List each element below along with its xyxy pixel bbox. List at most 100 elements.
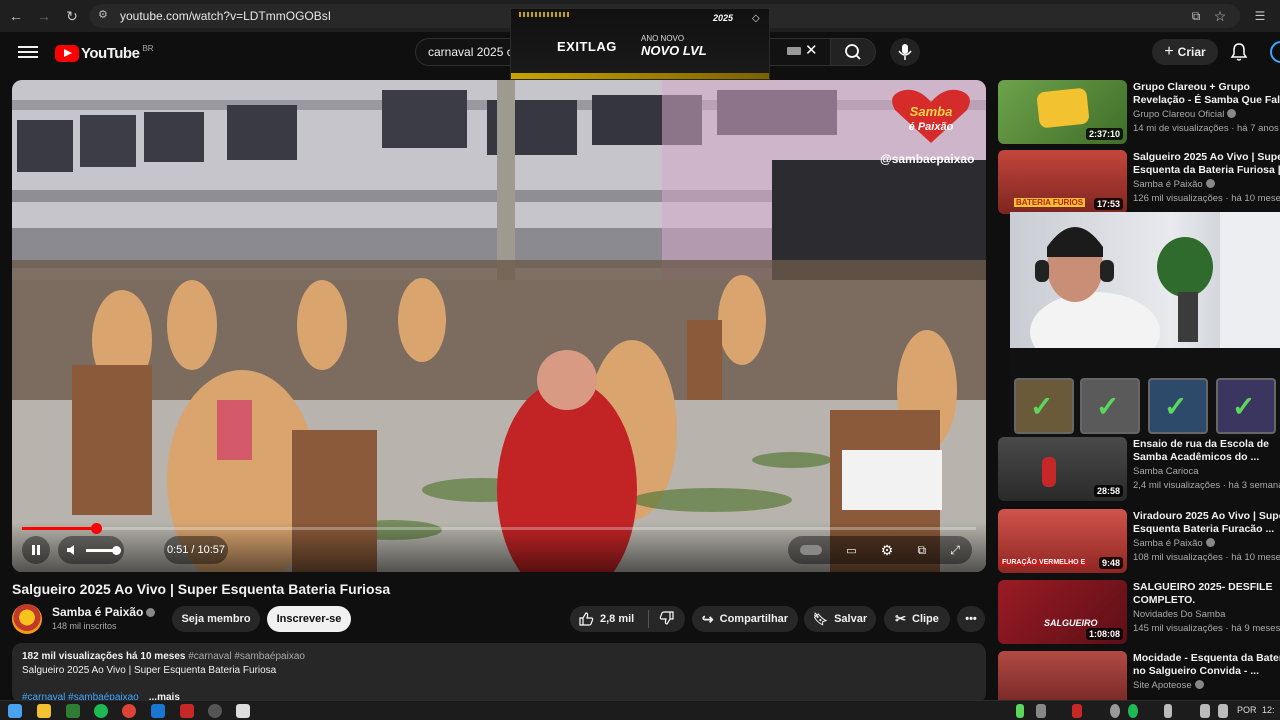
search-button[interactable] bbox=[830, 38, 876, 66]
logo-wordmark: YouTube bbox=[81, 44, 140, 62]
voice-search-button[interactable] bbox=[890, 38, 920, 66]
install-app-icon[interactable]: ⧉ bbox=[1186, 6, 1206, 26]
ad-bottom-bar bbox=[511, 73, 769, 79]
start-icon[interactable] bbox=[8, 704, 22, 718]
recommendation-item[interactable]: BATERIA FURIOS 17:53 Salgueiro 2025 Ao V… bbox=[998, 150, 1280, 214]
more-actions-icon[interactable]: ••• bbox=[957, 606, 985, 632]
autoplay-toggle[interactable] bbox=[800, 545, 823, 555]
rec-thumbnail[interactable]: SALGUEIRO 1:08:08 bbox=[998, 580, 1127, 644]
ad-stripe bbox=[519, 12, 571, 17]
keyboard-icon[interactable] bbox=[787, 47, 801, 55]
network-tray-icon[interactable] bbox=[1218, 704, 1228, 718]
progress-bar[interactable] bbox=[22, 523, 976, 534]
notifications-bell-icon[interactable] bbox=[1228, 41, 1250, 63]
chrome-icon[interactable] bbox=[122, 704, 136, 718]
language-indicator[interactable]: POR bbox=[1237, 705, 1257, 715]
app-icon[interactable] bbox=[208, 704, 222, 718]
rec-meta: 145 mil visualizações · há 9 meses bbox=[1133, 623, 1280, 634]
channel-avatar[interactable] bbox=[12, 604, 42, 634]
rec-channel[interactable]: Site Apoteose bbox=[1133, 680, 1204, 691]
volume-tray-icon[interactable] bbox=[1200, 704, 1210, 718]
tray-icon[interactable] bbox=[1072, 704, 1082, 718]
rec-duration: 17:53 bbox=[1093, 198, 1123, 210]
rec-thumbnail[interactable]: BATERIA FURIOS 17:53 bbox=[998, 150, 1127, 214]
verified-check-icon bbox=[1194, 680, 1204, 689]
settings-gear-icon[interactable]: ⚙ bbox=[881, 542, 894, 559]
clock[interactable]: 12: bbox=[1262, 705, 1275, 715]
right-controls: ▭ ⚙ ⧉ ⤢ bbox=[788, 536, 972, 564]
rec-channel[interactable]: Grupo Clareou Oficial bbox=[1133, 109, 1237, 120]
youtube-logo[interactable]: YouTube BR bbox=[55, 43, 154, 63]
rec-channel[interactable]: Samba Carioca bbox=[1133, 466, 1198, 477]
clear-search-icon[interactable]: ✕ bbox=[805, 41, 818, 59]
recommendation-item[interactable]: Mocidade - Esquenta da Bateria no Salguei… bbox=[998, 651, 1280, 700]
bookmark-star-icon[interactable]: ☆ bbox=[1210, 6, 1230, 26]
dislike-button[interactable] bbox=[659, 610, 675, 629]
achievement-slot: ✓ bbox=[1216, 378, 1276, 434]
rec-thumbnail[interactable] bbox=[998, 651, 1127, 700]
rec-thumbnail[interactable]: 2:37:10 bbox=[998, 80, 1127, 144]
volume-slider[interactable] bbox=[86, 545, 121, 555]
verified-check-icon bbox=[1205, 179, 1215, 188]
rec-duration: 28:58 bbox=[1093, 485, 1123, 497]
reading-list-icon[interactable]: ☰ bbox=[1250, 6, 1270, 26]
subscribe-button[interactable]: Inscrever-se bbox=[267, 606, 351, 632]
tray-icon[interactable] bbox=[1128, 704, 1138, 718]
join-button[interactable]: Seja membro bbox=[172, 606, 260, 632]
rec-duration: 1:08:08 bbox=[1085, 628, 1123, 640]
ad-banner[interactable]: EXITLAG ANO NOVO NOVO LVL 2025 ◇ bbox=[510, 8, 770, 80]
reload-icon[interactable]: ↻ bbox=[62, 6, 82, 26]
rec-title-line1: Grupo Clareou + Grupo bbox=[1133, 81, 1250, 93]
verified-check-icon bbox=[146, 608, 156, 617]
rec-thumbnail[interactable]: 28:58 bbox=[998, 437, 1127, 501]
description-stats: 182 mil visualizações há 10 meses #carna… bbox=[22, 651, 305, 662]
clip-button[interactable]: ✂ Clipe bbox=[884, 606, 950, 632]
spotify-icon[interactable] bbox=[94, 704, 108, 718]
share-button[interactable]: ↪ Compartilhar bbox=[692, 606, 798, 632]
tray-icon[interactable] bbox=[1016, 704, 1024, 718]
app-icon[interactable] bbox=[151, 704, 165, 718]
file-explorer-icon[interactable] bbox=[37, 704, 51, 718]
miniplayer-icon[interactable]: ⧉ bbox=[918, 543, 927, 558]
samba-e-paixao-logo: Samba é Paixão bbox=[892, 89, 970, 143]
site-info-icon[interactable]: ⚙ bbox=[98, 8, 114, 24]
video-player[interactable]: Samba é Paixão @sambaepaixao 0:51 / 10:5… bbox=[12, 80, 986, 572]
rec-title: Viradouro 2025 Ao Vivo | Super Esquenta B… bbox=[1133, 510, 1280, 536]
rec-channel[interactable]: Samba é Paixão bbox=[1133, 538, 1215, 549]
recommendation-item[interactable]: 2:37:10 Grupo Clareou + Grupo Revelação -… bbox=[998, 80, 1280, 144]
save-button[interactable]: 🔖︎ Salvar bbox=[804, 606, 876, 632]
forward-icon[interactable]: → bbox=[34, 6, 54, 26]
recommendation-item[interactable]: FURAÇÃO VERMELHO E 9:48 Viradouro 2025 A… bbox=[998, 509, 1280, 573]
back-icon[interactable]: ← bbox=[6, 6, 26, 26]
rec-thumbnail[interactable]: FURAÇÃO VERMELHO E 9:48 bbox=[998, 509, 1127, 573]
description-box[interactable]: 182 mil visualizações há 10 meses #carna… bbox=[12, 643, 986, 703]
ad-brand: EXITLAG bbox=[557, 39, 617, 54]
microphone-tray-icon[interactable] bbox=[1164, 704, 1172, 718]
channel-name[interactable]: Samba é Paixão bbox=[52, 605, 156, 619]
rec-title-line1: Salgueiro 2025 Ao Vivo | Super bbox=[1133, 151, 1280, 163]
rec-channel[interactable]: Samba é Paixão bbox=[1133, 179, 1215, 190]
pause-button[interactable] bbox=[22, 536, 50, 564]
recommendation-item[interactable]: SALGUEIRO 1:08:08 SALGUEIRO 2025- DESFIL… bbox=[998, 580, 1280, 644]
rec-channel[interactable]: Novidades Do Samba bbox=[1133, 609, 1225, 620]
app-icon[interactable] bbox=[66, 704, 80, 718]
fullscreen-icon[interactable]: ⤢ bbox=[950, 543, 960, 558]
rec-meta: 2,4 mil visualizações · há 3 semanas bbox=[1133, 480, 1280, 491]
scissors-icon: ✂ bbox=[895, 611, 906, 626]
create-button[interactable]: + Criar bbox=[1152, 39, 1218, 65]
subtitles-icon[interactable]: ▭ bbox=[846, 544, 856, 557]
recommendation-item[interactable]: 28:58 Ensaio de rua da Escola de Samba Ac… bbox=[998, 437, 1280, 501]
tray-icon[interactable] bbox=[1036, 704, 1046, 718]
checkmark-icon: ✓ bbox=[1096, 391, 1120, 422]
account-avatar[interactable] bbox=[1270, 41, 1280, 63]
like-button[interactable]: 2,8 mil bbox=[578, 611, 634, 627]
description-hashtags[interactable]: #carnaval #sambaépaixao bbox=[188, 651, 305, 662]
checkmark-icon: ✓ bbox=[1164, 391, 1188, 422]
rec-title-line1: SALGUEIRO 2025- DESFILE bbox=[1133, 581, 1273, 593]
app-icon[interactable] bbox=[180, 704, 194, 718]
volume-knob[interactable] bbox=[112, 545, 121, 555]
app-icon[interactable] bbox=[236, 704, 250, 718]
tray-icon[interactable] bbox=[1110, 704, 1120, 718]
menu-icon[interactable] bbox=[18, 43, 38, 61]
volume-control[interactable] bbox=[58, 536, 124, 564]
